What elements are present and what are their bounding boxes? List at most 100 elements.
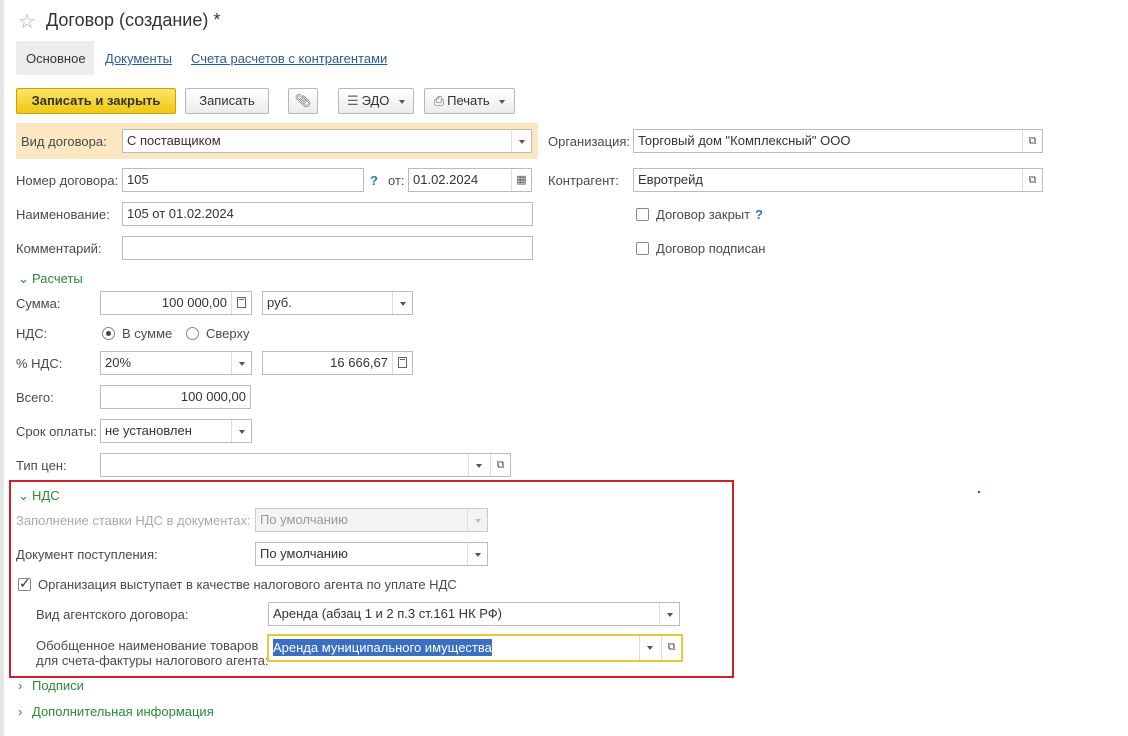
currency-select[interactable]: руб. bbox=[262, 291, 413, 315]
contract-signed-checkbox[interactable] bbox=[636, 242, 649, 255]
chevron-down-icon[interactable] bbox=[231, 352, 251, 374]
comment-field[interactable] bbox=[122, 236, 533, 260]
vat-rate-value: 20% bbox=[105, 355, 132, 370]
vat-section-title: НДС bbox=[32, 488, 60, 503]
calculator-icon[interactable] bbox=[231, 292, 251, 314]
edo-menu-button[interactable]: ☰ ЭДО bbox=[338, 88, 414, 114]
vat-in-sum-label: В сумме bbox=[122, 326, 173, 341]
sum-field[interactable]: 100 000,00 bbox=[100, 291, 252, 315]
name-label: Наименование: bbox=[16, 207, 110, 222]
receipt-doc-label: Документ поступления: bbox=[16, 547, 158, 562]
vat-amount-value: 16 666,67 bbox=[330, 355, 388, 370]
attach-button[interactable]: 📎︎ bbox=[288, 88, 318, 114]
save-and-close-button[interactable]: Записать и закрыть bbox=[16, 88, 176, 114]
price-type-select[interactable]: ⧉ bbox=[100, 453, 511, 477]
favorite-star-icon[interactable]: ☆ bbox=[18, 9, 36, 34]
tax-agent-checkbox[interactable]: ✓ bbox=[18, 575, 31, 591]
chevron-down-icon[interactable] bbox=[639, 636, 659, 660]
sum-value: 100 000,00 bbox=[161, 295, 227, 310]
date-value: 01.02.2024 bbox=[413, 172, 479, 187]
vat-fill-rate-select[interactable]: По умолчанию bbox=[255, 508, 488, 532]
contract-number-label: Номер договора: bbox=[16, 173, 119, 188]
calc-section-header[interactable]: ⌄ Расчеты bbox=[18, 271, 83, 287]
receipt-doc-value: По умолчанию bbox=[260, 546, 348, 561]
open-icon[interactable]: ⧉ bbox=[1022, 169, 1042, 191]
vat-rate-select[interactable]: 20% bbox=[100, 351, 252, 375]
vat-fill-rate-label: Заполнение ставки НДС в документах: bbox=[16, 513, 251, 528]
organization-field[interactable]: Торговый дом "Комплексный" ООО ⧉ bbox=[633, 129, 1043, 153]
total-field[interactable]: 100 000,00 bbox=[100, 385, 251, 409]
checkmark-icon: ✓ bbox=[19, 575, 31, 591]
goods-name-value: Аренда муниципального имущества bbox=[273, 639, 492, 656]
contract-type-value: С поставщиком bbox=[127, 133, 221, 148]
date-field[interactable]: 01.02.2024 ▦ bbox=[408, 168, 532, 192]
window-left-edge bbox=[0, 0, 4, 736]
payment-term-label: Срок оплаты: bbox=[16, 424, 97, 439]
print-menu-button[interactable]: ⎙ Печать bbox=[424, 88, 515, 114]
printer-icon: ⎙ bbox=[433, 93, 445, 108]
contract-closed-checkbox[interactable] bbox=[636, 208, 649, 221]
sum-label: Сумма: bbox=[16, 296, 61, 311]
window-title: Договор (создание) * bbox=[46, 10, 221, 30]
print-label: Печать bbox=[447, 93, 490, 108]
additional-info-section-header[interactable]: › Дополнительная информация bbox=[18, 704, 214, 719]
help-icon[interactable]: ? bbox=[755, 207, 763, 222]
chevron-down-icon: ⌄ bbox=[18, 488, 29, 503]
comment-label: Комментарий: bbox=[16, 241, 102, 256]
counterparty-value: Евротрейд bbox=[638, 172, 704, 187]
counterparty-label: Контрагент: bbox=[548, 173, 619, 188]
vat-fill-rate-value: По умолчанию bbox=[260, 512, 348, 527]
help-icon[interactable]: ? bbox=[370, 173, 378, 188]
chevron-down-icon[interactable] bbox=[467, 543, 487, 565]
contract-signed-label: Договор подписан bbox=[656, 241, 766, 256]
contract-closed-label: Договор закрыт bbox=[656, 207, 751, 222]
organization-label: Организация: bbox=[548, 134, 631, 149]
total-label: Всего: bbox=[16, 390, 54, 405]
agent-contract-select[interactable]: Аренда (абзац 1 и 2 п.3 ст.161 НК РФ) bbox=[268, 602, 680, 626]
price-type-label: Тип цен: bbox=[16, 458, 67, 473]
goods-name-label-line2: для счета-фактуры налогового агента: bbox=[36, 653, 269, 668]
chevron-down-icon[interactable] bbox=[392, 292, 412, 314]
tab-settlement-accounts[interactable]: Счета расчетов с контрагентами bbox=[191, 51, 387, 66]
red-dot bbox=[978, 491, 980, 493]
chevron-right-icon: › bbox=[18, 704, 23, 719]
agent-contract-label: Вид агентского договора: bbox=[36, 607, 189, 622]
goods-name-field[interactable]: Аренда муниципального имущества ⧉ bbox=[267, 634, 683, 662]
contract-type-label: Вид договора: bbox=[21, 134, 107, 149]
vat-over-radio[interactable] bbox=[186, 327, 199, 340]
name-field[interactable]: 105 от 01.02.2024 bbox=[122, 202, 533, 226]
calc-section-title: Расчеты bbox=[32, 271, 83, 286]
contract-number-value: 105 bbox=[127, 172, 149, 187]
payment-term-select[interactable]: не установлен bbox=[100, 419, 252, 443]
contract-type-select[interactable]: С поставщиком bbox=[122, 129, 532, 153]
counterparty-field[interactable]: Евротрейд ⧉ bbox=[633, 168, 1043, 192]
save-button[interactable]: Записать bbox=[185, 88, 269, 114]
agent-contract-value: Аренда (абзац 1 и 2 п.3 ст.161 НК РФ) bbox=[273, 606, 502, 621]
edo-label: ЭДО bbox=[361, 93, 390, 108]
currency-value: руб. bbox=[267, 295, 292, 310]
tab-main-label: Основное bbox=[26, 51, 86, 66]
calculator-icon[interactable] bbox=[392, 352, 412, 374]
chevron-down-icon: ⌄ bbox=[18, 271, 29, 286]
contract-number-field[interactable]: 105 bbox=[122, 168, 364, 192]
goods-name-label-line1: Обобщенное наименование товаров bbox=[36, 638, 259, 653]
calendar-icon[interactable]: ▦ bbox=[511, 169, 531, 191]
open-icon[interactable]: ⧉ bbox=[490, 454, 510, 476]
receipt-doc-select[interactable]: По умолчанию bbox=[255, 542, 488, 566]
vat-in-sum-radio[interactable] bbox=[102, 327, 115, 340]
vat-section-header[interactable]: ⌄ НДС bbox=[18, 488, 60, 504]
chevron-down-icon[interactable] bbox=[659, 603, 679, 625]
chevron-down-icon[interactable] bbox=[231, 420, 251, 442]
organization-value: Торговый дом "Комплексный" ООО bbox=[638, 133, 851, 148]
open-icon[interactable]: ⧉ bbox=[661, 636, 681, 660]
chevron-down-icon[interactable] bbox=[511, 130, 531, 152]
open-icon[interactable]: ⧉ bbox=[1022, 130, 1042, 152]
tab-documents[interactable]: Документы bbox=[105, 51, 172, 66]
signatures-section-header[interactable]: › Подписи bbox=[18, 678, 84, 693]
vat-rate-label: % НДС: bbox=[16, 356, 63, 371]
chevron-down-icon[interactable] bbox=[467, 509, 487, 531]
chevron-down-icon[interactable] bbox=[468, 454, 488, 476]
chevron-right-icon: › bbox=[18, 678, 23, 693]
date-label: от: bbox=[388, 173, 405, 188]
vat-amount-field[interactable]: 16 666,67 bbox=[262, 351, 413, 375]
